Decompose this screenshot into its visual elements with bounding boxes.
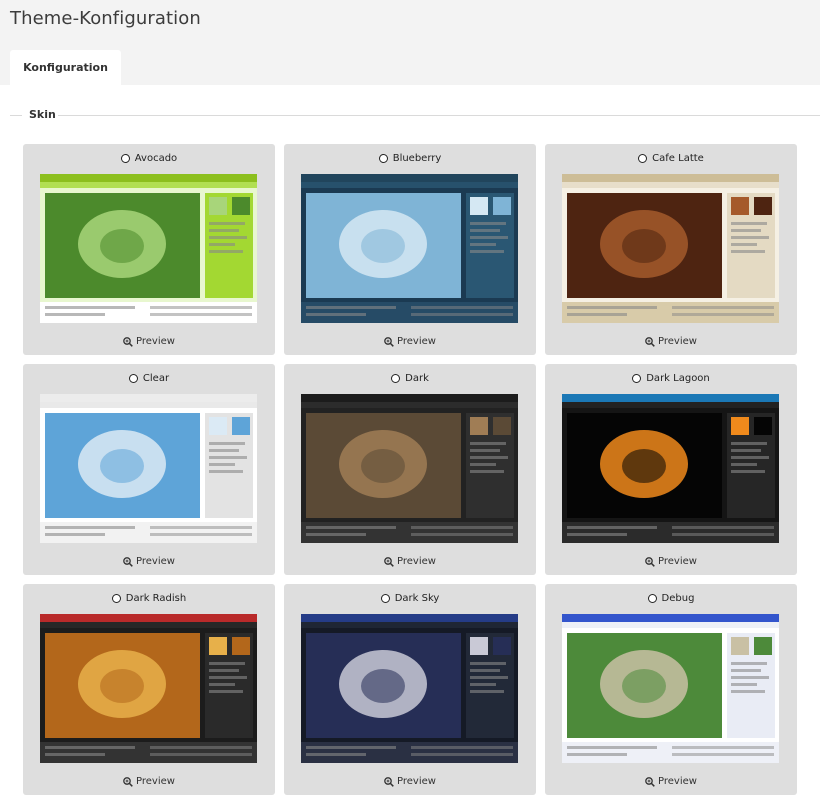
skin-card-avocado: Avocado Preview: [23, 144, 275, 355]
skin-thumbnail-debug[interactable]: [562, 614, 779, 763]
preview-link-cafe-latte[interactable]: Preview: [545, 336, 797, 347]
skin-card-dark-radish: Dark Radish Preview: [23, 584, 275, 795]
skin-name: Dark Lagoon: [646, 373, 710, 384]
preview-label: Preview: [658, 556, 697, 567]
skin-card-dark: Dark Preview: [284, 364, 536, 575]
skin-card-dark-lagoon: Dark Lagoon Preview: [545, 364, 797, 575]
radio-icon[interactable]: [380, 594, 390, 603]
skin-screenshot: [562, 174, 779, 323]
zoom-in-icon: [384, 336, 394, 347]
skin-screenshot: [301, 614, 518, 763]
skin-thumbnail-clear[interactable]: [40, 394, 257, 543]
radio-icon[interactable]: [120, 154, 130, 163]
preview-label: Preview: [136, 556, 175, 567]
radio-icon[interactable]: [128, 374, 138, 383]
preview-label: Preview: [397, 776, 436, 787]
skin-name: Blueberry: [392, 153, 442, 164]
content-panel: Skin Avocado Preview Blueberry Preview C…: [0, 85, 820, 795]
radio-icon[interactable]: [391, 374, 401, 383]
skin-radio-dark-sky[interactable]: Dark Sky: [284, 593, 536, 604]
skin-card-debug: Debug Preview: [545, 584, 797, 795]
skin-name: Debug: [661, 593, 695, 604]
skin-screenshot: [301, 174, 518, 323]
zoom-in-icon: [384, 776, 394, 787]
zoom-in-icon: [645, 556, 655, 567]
skin-thumbnail-blueberry[interactable]: [301, 174, 518, 323]
radio-icon[interactable]: [638, 154, 648, 163]
skin-radio-cafe-latte[interactable]: Cafe Latte: [545, 153, 797, 164]
preview-label: Preview: [397, 556, 436, 567]
skin-card-clear: Clear Preview: [23, 364, 275, 575]
preview-label: Preview: [136, 776, 175, 787]
zoom-in-icon: [645, 776, 655, 787]
skin-thumbnail-dark-sky[interactable]: [301, 614, 518, 763]
skin-radio-dark-radish[interactable]: Dark Radish: [23, 593, 275, 604]
zoom-in-icon: [384, 556, 394, 567]
page-title: Theme-Konfiguration: [10, 8, 201, 29]
preview-link-debug[interactable]: Preview: [545, 776, 797, 787]
zoom-in-icon: [123, 776, 133, 787]
skin-screenshot: [40, 394, 257, 543]
skin-card-cafe-latte: Cafe Latte Preview: [545, 144, 797, 355]
skin-screenshot: [40, 174, 257, 323]
skin-radio-dark[interactable]: Dark: [284, 373, 536, 384]
skin-thumbnail-dark[interactable]: [301, 394, 518, 543]
skin-thumbnail-dark-radish[interactable]: [40, 614, 257, 763]
skin-name: Cafe Latte: [652, 153, 704, 164]
skin-card-dark-sky: Dark Sky Preview: [284, 584, 536, 795]
skin-thumbnail-avocado[interactable]: [40, 174, 257, 323]
radio-icon[interactable]: [111, 594, 121, 603]
preview-link-dark-sky[interactable]: Preview: [284, 776, 536, 787]
fieldset-divider: [10, 115, 22, 116]
tab-konfiguration[interactable]: Konfiguration: [10, 50, 121, 85]
fieldset-divider: [58, 115, 820, 116]
preview-link-dark[interactable]: Preview: [284, 556, 536, 567]
preview-link-dark-radish[interactable]: Preview: [23, 776, 275, 787]
preview-link-blueberry[interactable]: Preview: [284, 336, 536, 347]
skin-screenshot: [562, 394, 779, 543]
skin-grid: Avocado Preview Blueberry Preview Cafe L…: [23, 144, 797, 795]
preview-link-avocado[interactable]: Preview: [23, 336, 275, 347]
skin-radio-blueberry[interactable]: Blueberry: [284, 153, 536, 164]
skin-screenshot: [301, 394, 518, 543]
skin-name: Dark: [405, 373, 429, 384]
skin-radio-avocado[interactable]: Avocado: [23, 153, 275, 164]
zoom-in-icon: [645, 336, 655, 347]
skin-screenshot: [562, 614, 779, 763]
skin-name: Dark Radish: [125, 593, 187, 604]
preview-label: Preview: [658, 336, 697, 347]
radio-icon[interactable]: [632, 374, 642, 383]
zoom-in-icon: [123, 336, 133, 347]
skin-radio-debug[interactable]: Debug: [545, 593, 797, 604]
skin-radio-clear[interactable]: Clear: [23, 373, 275, 384]
preview-label: Preview: [397, 336, 436, 347]
skin-thumbnail-dark-lagoon[interactable]: [562, 394, 779, 543]
preview-label: Preview: [136, 336, 175, 347]
skin-name: Avocado: [134, 153, 178, 164]
zoom-in-icon: [123, 556, 133, 567]
section-legend: Skin: [27, 108, 58, 121]
preview-label: Preview: [658, 776, 697, 787]
radio-icon[interactable]: [647, 594, 657, 603]
radio-icon[interactable]: [378, 154, 388, 163]
skin-thumbnail-cafe-latte[interactable]: [562, 174, 779, 323]
preview-link-clear[interactable]: Preview: [23, 556, 275, 567]
skin-radio-dark-lagoon[interactable]: Dark Lagoon: [545, 373, 797, 384]
preview-link-dark-lagoon[interactable]: Preview: [545, 556, 797, 567]
tab-bar: Konfiguration: [0, 50, 820, 86]
skin-name: Clear: [142, 373, 170, 384]
skin-card-blueberry: Blueberry Preview: [284, 144, 536, 355]
skin-name: Dark Sky: [394, 593, 440, 604]
skin-screenshot: [40, 614, 257, 763]
